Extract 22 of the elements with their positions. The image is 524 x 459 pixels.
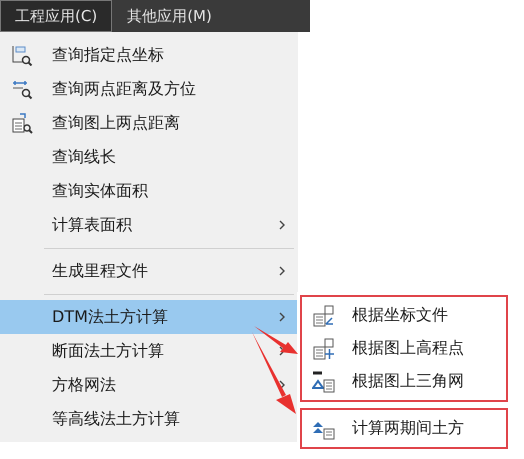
menu-item[interactable]: 断面法土方计算 <box>0 334 298 368</box>
distance-search-icon <box>11 78 33 100</box>
menu-item[interactable]: 查询两点距离及方位 <box>0 72 298 106</box>
menu-item[interactable]: 计算表面积 <box>0 208 298 242</box>
file-calculator-icon <box>312 304 336 328</box>
menu-item[interactable]: 等高线法土方计算 <box>0 402 298 436</box>
menu-item[interactable]: 查询图上两点距离 <box>0 106 298 140</box>
point-calculator-icon <box>312 336 336 360</box>
menu-bar-item[interactable]: 工程应用(C) <box>0 0 112 32</box>
menu-item[interactable]: 查询线长 <box>0 140 298 174</box>
submenu-item[interactable]: 根据图上三角网 <box>302 365 506 398</box>
menu-item[interactable]: 查询实体面积 <box>0 174 298 208</box>
submenu-item[interactable]: 计算两期间土方 <box>302 412 506 445</box>
menu-item[interactable]: DTM法土方计算 <box>0 300 298 334</box>
submenu-item[interactable]: 根据坐标文件 <box>302 299 506 332</box>
submenu-item[interactable]: 根据图上高程点 <box>302 332 506 365</box>
menu-bar-item[interactable]: 其他应用(M) <box>112 0 227 32</box>
triangle-calculator-icon <box>312 370 336 394</box>
menu-item[interactable]: 生成里程文件 <box>0 254 298 288</box>
calculator-search-icon <box>11 112 33 134</box>
coordinate-search-icon <box>11 44 33 66</box>
menu-item[interactable]: 查询指定点坐标 <box>0 38 298 72</box>
